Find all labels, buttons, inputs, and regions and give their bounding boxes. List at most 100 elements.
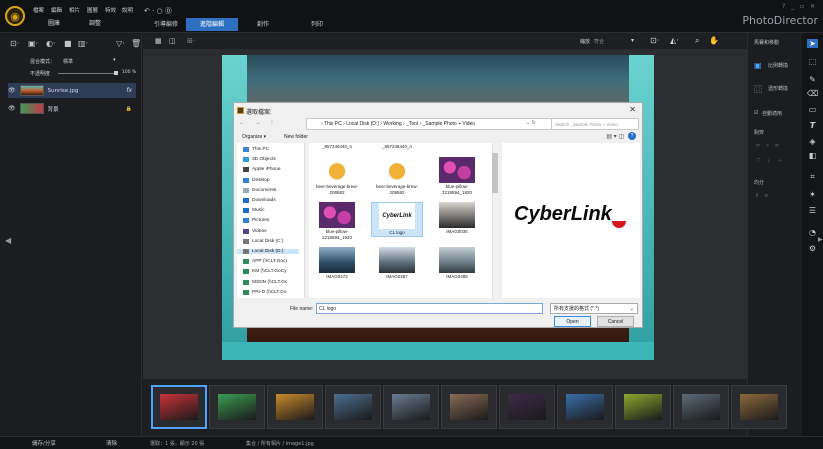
file-type-select[interactable]: 所有支援的格式 (*.*) ⌄ (550, 303, 638, 314)
file-item[interactable]: _857246440_n (371, 144, 423, 150)
scrollbar-thumb[interactable] (492, 153, 498, 193)
shape-tool-icon[interactable]: ▭ (807, 105, 818, 114)
tab-print[interactable]: 列印 (302, 18, 332, 31)
crop-icon[interactable]: ⊡· (650, 36, 659, 45)
file-item[interactable]: blue-pillow-2219594_1920 (431, 157, 483, 195)
align-vertical-icons[interactable]: ⊤⊥⊣ (756, 158, 787, 164)
mode-adjust[interactable]: 調整 (89, 18, 101, 27)
adjust-tool-icon[interactable]: ☰ (807, 206, 818, 215)
filmstrip-thumbnail[interactable] (267, 385, 323, 429)
filmstrip-thumbnail[interactable] (615, 385, 671, 429)
mode-library[interactable]: 圖庫 (48, 18, 60, 27)
tab-create[interactable]: 創作 (248, 18, 278, 31)
ratio-icon[interactable]: ▣ (754, 61, 762, 70)
menu-file[interactable]: 檔案 (33, 6, 44, 14)
file-item[interactable]: beer-beverage-brew-209582 (371, 157, 423, 195)
window-controls[interactable]: ? _ ▫ ✕ (782, 3, 817, 10)
organize-button[interactable]: Organize ▾ (242, 134, 266, 140)
nav-item[interactable]: This PC (243, 147, 269, 152)
file-item[interactable]: blue-pillow-2219594_1920 (311, 202, 363, 240)
help-icon[interactable]: ? (628, 132, 636, 140)
nav-item[interactable]: Documents (243, 187, 276, 193)
address-bar[interactable]: › This PC › Local Disk (D:) › Working › … (306, 118, 552, 130)
filmstrip-thumbnail[interactable] (731, 385, 787, 429)
square-icon[interactable]: ■ (64, 39, 72, 48)
lock-icon[interactable]: 🔒 (126, 106, 132, 112)
crop-tool-icon[interactable]: ⌗ (807, 172, 818, 182)
compare-icon[interactable]: ◫ (169, 37, 176, 45)
filmstrip-thumbnail[interactable] (441, 385, 497, 429)
collapse-left-icon[interactable]: ◀ (5, 236, 11, 245)
align-icons[interactable]: ⊨⊧⊫ (756, 143, 785, 149)
chevron-down-icon[interactable]: ▾ (113, 57, 116, 63)
nav-item[interactable]: APP (\\CLT.Goc) (243, 259, 287, 265)
nav-item[interactable]: Videos (243, 228, 267, 234)
nav-item[interactable]: MSDN (\\CLT.Gc (243, 279, 287, 285)
file-item[interactable]: _857246440_n (311, 144, 363, 150)
filmstrip-thumbnail[interactable] (151, 385, 207, 429)
fill-tool-icon[interactable]: ◈ (807, 137, 818, 146)
eye-icon[interactable]: 👁 (8, 87, 16, 94)
refresh-icon[interactable]: ⌄ ↻ (526, 120, 536, 126)
close-icon[interactable]: ✕ (629, 105, 636, 114)
grid-icon[interactable]: ⊞· (187, 37, 195, 45)
perspective-icon[interactable]: ⿲ (754, 84, 762, 95)
filmstrip-thumbnail[interactable] (557, 385, 613, 429)
file-item[interactable]: IMAG0488 (431, 247, 483, 280)
layer-options-icon[interactable]: ▥· (78, 39, 88, 48)
text-tool-icon[interactable]: T (807, 121, 818, 130)
menu-photo[interactable]: 相片 (69, 6, 80, 14)
nav-arrows-icon[interactable]: ← → ↑ (239, 120, 277, 126)
opacity-slider[interactable] (58, 73, 116, 74)
file-item[interactable]: IMAG0036 (431, 202, 483, 235)
tab-advanced-edit[interactable]: 進階編輯 (186, 18, 238, 31)
nav-item[interactable]: Desktop (243, 177, 270, 183)
eye-icon[interactable]: 👁 (8, 105, 16, 112)
layer-background[interactable]: 👁 背景 🔒 (8, 101, 136, 116)
rotate-icon[interactable]: ◭· (670, 36, 679, 45)
layer-sunrise[interactable]: 👁 Sunrise.jpg fx (8, 83, 136, 98)
trash-icon[interactable]: 🗑 (131, 39, 141, 48)
menu-layer[interactable]: 圖層 (87, 6, 98, 14)
menu-edit[interactable]: 編輯 (51, 6, 62, 14)
filter-icon[interactable]: ▽· (116, 39, 125, 48)
settings-gear-icon[interactable]: ⚙ (807, 244, 818, 253)
fx-icon[interactable]: fx (126, 87, 132, 94)
nav-item[interactable]: Music (243, 208, 265, 214)
filmstrip-thumbnail[interactable] (673, 385, 729, 429)
filmstrip-thumbnail[interactable] (499, 385, 555, 429)
search-input[interactable]: Search _Sample Photo + Video (551, 118, 639, 130)
nav-item[interactable]: PRI-D (\\CLT.Go (243, 289, 287, 295)
auto-apply-checkbox[interactable]: ☑ (754, 110, 758, 116)
menu-help[interactable]: 說明 (122, 6, 133, 14)
undo-redo-icon[interactable]: ↶ · ○ ⓪ (144, 6, 172, 16)
nav-item[interactable]: Pictures (243, 218, 269, 224)
expand-right-icon[interactable]: ▶ (818, 236, 823, 243)
file-item[interactable]: IMAG0472 (311, 247, 363, 280)
open-button[interactable]: Open (554, 316, 591, 327)
menu-effects[interactable]: 特效 (105, 6, 116, 14)
chevron-down-icon[interactable]: ▾ (631, 37, 634, 44)
file-item[interactable]: CyberLink CL logo (371, 202, 423, 237)
eraser-tool-icon[interactable]: ⌫ (807, 89, 818, 98)
nav-item[interactable]: 3D Objects (243, 157, 276, 163)
add-layer-icon[interactable]: ⊡· (10, 39, 19, 48)
file-item[interactable]: IMAG0487 (371, 247, 423, 280)
save-share-button[interactable]: 儲存/分享 (32, 439, 56, 447)
zoom-icon[interactable]: ⌕ (695, 36, 699, 46)
ratio-transform-button[interactable]: 比例轉換 (768, 62, 788, 69)
nav-item[interactable]: KM (\\CLT.GoCy (243, 269, 287, 275)
move-tool-icon[interactable]: ➤ (807, 39, 818, 48)
filmstrip-thumbnail[interactable] (209, 385, 265, 429)
mask-icon[interactable]: ◐· (46, 39, 56, 48)
image-layer-icon[interactable]: ▣· (28, 39, 38, 48)
blend-select[interactable]: 標準 (63, 58, 73, 65)
nav-item[interactable]: Apple iPhone (243, 167, 281, 173)
perspective-transform-button[interactable]: 透形轉換 (768, 85, 788, 92)
filename-input[interactable] (316, 303, 543, 314)
file-item[interactable]: beer-beverage-brew-209582 (311, 157, 363, 195)
filmstrip-thumbnail[interactable] (383, 385, 439, 429)
zoom-select[interactable]: 符合 (594, 38, 604, 45)
filmstrip-thumbnail[interactable] (325, 385, 381, 429)
cancel-button[interactable]: Cancel (597, 316, 634, 327)
